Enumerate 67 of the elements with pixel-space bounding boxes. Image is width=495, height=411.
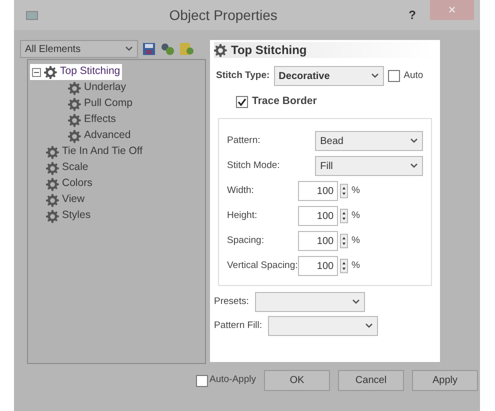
caret-icon (370, 73, 379, 79)
tree-item[interactable]: Tie In And Tie Off (44, 144, 145, 160)
gear-icon (214, 44, 227, 56)
field-label: Stitch Type: (216, 68, 270, 83)
tree-item[interactable]: Pull Comp (66, 96, 134, 112)
checkbox[interactable] (236, 96, 248, 108)
field-label: Vertical Spacing: (227, 259, 298, 274)
caret-icon (125, 46, 133, 52)
spinner-icon[interactable] (340, 232, 348, 250)
window-title: Object Properties (168, 6, 278, 25)
dropdown[interactable]: Bead (315, 131, 423, 152)
dialog-button[interactable]: OK (264, 370, 330, 391)
gear-icon (68, 130, 81, 142)
tree-item[interactable]: Advanced (66, 128, 133, 144)
unit-label: % (352, 234, 361, 248)
tree-item[interactable]: Scale (44, 160, 90, 176)
gear-icon (46, 146, 59, 158)
spinner-icon[interactable] (340, 257, 348, 276)
panel-title: Top Stitching (231, 42, 307, 59)
number-field[interactable]: 100 (298, 231, 338, 252)
field-label: Pattern: (227, 134, 262, 148)
number-field[interactable]: 100 (298, 181, 338, 202)
gear-icon (46, 178, 59, 190)
field-label: Presets: (214, 294, 249, 309)
checkbox-label: Auto-Apply (210, 373, 256, 388)
checkbox[interactable] (388, 70, 400, 82)
tree-item[interactable]: View (44, 192, 87, 208)
gear-icon (46, 162, 59, 174)
dropdown[interactable]: Fill (315, 156, 423, 176)
app-icon (26, 10, 38, 20)
tree-item[interactable]: Top Stitching (30, 64, 122, 80)
checkbox-label: Trace Border (252, 94, 317, 109)
field-label: Spacing: (227, 234, 265, 248)
number-field[interactable]: 100 (298, 206, 338, 226)
gear-icon (46, 210, 59, 222)
tree-item[interactable]: Styles (44, 208, 93, 224)
checkbox-label: Auto (404, 68, 424, 83)
tree-item[interactable]: Underlay (66, 80, 128, 96)
spinner-icon[interactable] (340, 207, 348, 226)
field-label: Pattern Fill: (214, 318, 262, 333)
spinner-icon[interactable] (340, 182, 348, 200)
gear-icon (68, 98, 81, 110)
checkbox[interactable] (196, 374, 208, 386)
caret-icon (365, 322, 374, 329)
gear-icon (44, 66, 57, 78)
expander-icon[interactable] (32, 68, 41, 76)
field-label: Width: (227, 184, 255, 198)
unit-label: % (352, 259, 361, 274)
field-label: Height: (227, 209, 258, 224)
caret-icon (410, 138, 418, 144)
dialog-button[interactable]: Apply (412, 370, 478, 391)
dialog-button[interactable]: Cancel (338, 370, 404, 391)
help-button[interactable]: ? (408, 6, 416, 24)
tree-item[interactable]: Effects (66, 112, 118, 128)
filter-dropdown[interactable]: All Elements (20, 40, 138, 58)
gear-icon (68, 82, 81, 94)
field-label: Stitch Mode: (227, 159, 281, 174)
number-field[interactable]: 100 (298, 256, 338, 276)
gear-icon (46, 194, 59, 206)
caret-icon (410, 163, 418, 170)
save-icon[interactable] (142, 42, 156, 56)
gear-icon (68, 114, 81, 126)
tree-item[interactable]: Colors (44, 176, 94, 192)
caret-icon (352, 298, 360, 305)
unit-label: % (352, 209, 361, 224)
stitch-type-dropdown[interactable]: Decorative (274, 66, 384, 86)
unit-label: % (352, 184, 361, 198)
